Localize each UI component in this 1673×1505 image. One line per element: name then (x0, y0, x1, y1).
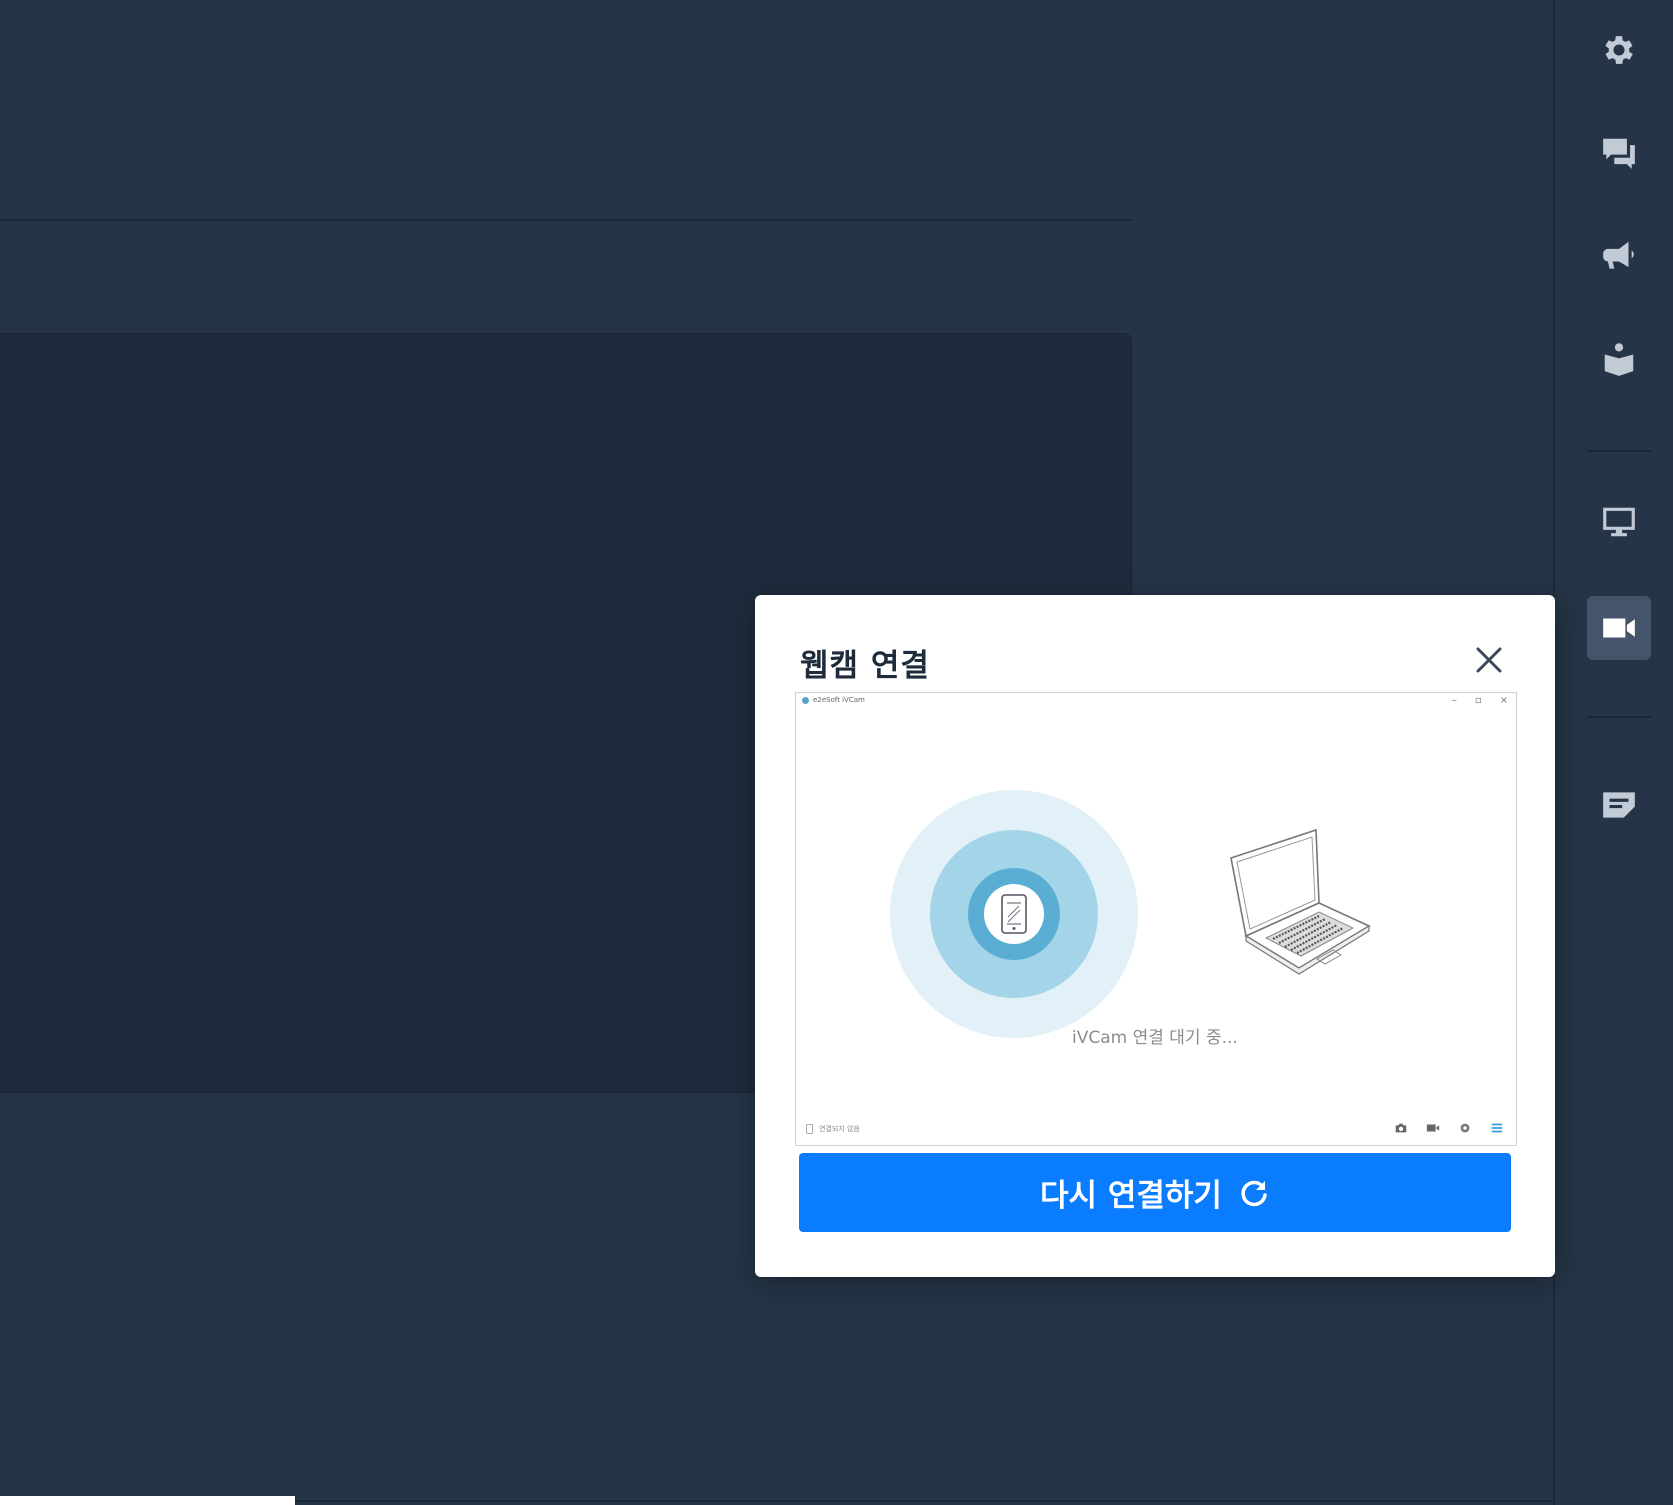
app-logo-icon (802, 696, 809, 704)
preview-toolbar (1394, 1121, 1504, 1135)
sidebar-screen-share-button[interactable] (1587, 490, 1651, 554)
sidebar-separator (1587, 716, 1651, 718)
right-sidebar (1553, 0, 1673, 1505)
sidebar-webcam-button[interactable] (1587, 596, 1651, 660)
sidebar-settings-button[interactable] (1587, 18, 1651, 82)
laptop-icon (1230, 828, 1371, 975)
note-edit-icon (1603, 792, 1635, 818)
video-camera-icon (1603, 618, 1635, 638)
settings-small-icon (1460, 1123, 1470, 1133)
dialog-title: 웹캠 연결 (800, 648, 930, 684)
sidebar-announcement-button[interactable] (1587, 224, 1651, 288)
sidebar-separator (1587, 450, 1651, 452)
refresh-icon (1241, 1180, 1267, 1206)
reader-icon (1604, 343, 1634, 376)
close-button[interactable] (1472, 643, 1506, 677)
menu-icon (1491, 1123, 1503, 1133)
maximize-icon: ▫ (1474, 695, 1482, 706)
connection-status-text: iVCam 연결 대기 중... (1072, 1028, 1238, 1048)
phone-signal-icon (890, 790, 1138, 1038)
bottom-strip (0, 1496, 295, 1505)
device-icon (806, 1124, 813, 1134)
chat-icon (1603, 138, 1635, 169)
close-icon (1476, 647, 1502, 673)
monitor-icon (1603, 507, 1635, 537)
preview-footer-status: 연결되지 않음 (806, 1124, 860, 1134)
sidebar-learning-button[interactable] (1587, 328, 1651, 392)
record-icon (1426, 1124, 1440, 1132)
reconnect-button[interactable]: 다시 연결하기 (799, 1153, 1511, 1232)
sidebar-chat-button[interactable] (1587, 121, 1651, 185)
webcam-connect-dialog: 웹캠 연결 e2eSoft iVCam – ▫ × iVCam 연결 대기 중.… (755, 595, 1555, 1277)
gear-icon (1605, 36, 1633, 64)
preview-window-controls: – ▫ × (1452, 695, 1508, 706)
preview-window-title-text: e2eSoft iVCam (813, 696, 865, 704)
megaphone-icon (1603, 241, 1634, 269)
header-divider (0, 219, 1132, 221)
window-close-icon: × (1499, 695, 1508, 706)
preview-footer-status-text: 연결되지 않음 (819, 1125, 860, 1133)
minimize-icon: – (1451, 695, 1457, 706)
webcam-preview: e2eSoft iVCam – ▫ × iVCam 연결 대기 중... 연결되… (795, 692, 1517, 1146)
camera-icon (1395, 1123, 1407, 1133)
reconnect-button-label: 다시 연결하기 (1040, 1178, 1222, 1214)
sidebar-notes-button[interactable] (1587, 773, 1651, 837)
preview-window-title: e2eSoft iVCam (802, 696, 865, 704)
